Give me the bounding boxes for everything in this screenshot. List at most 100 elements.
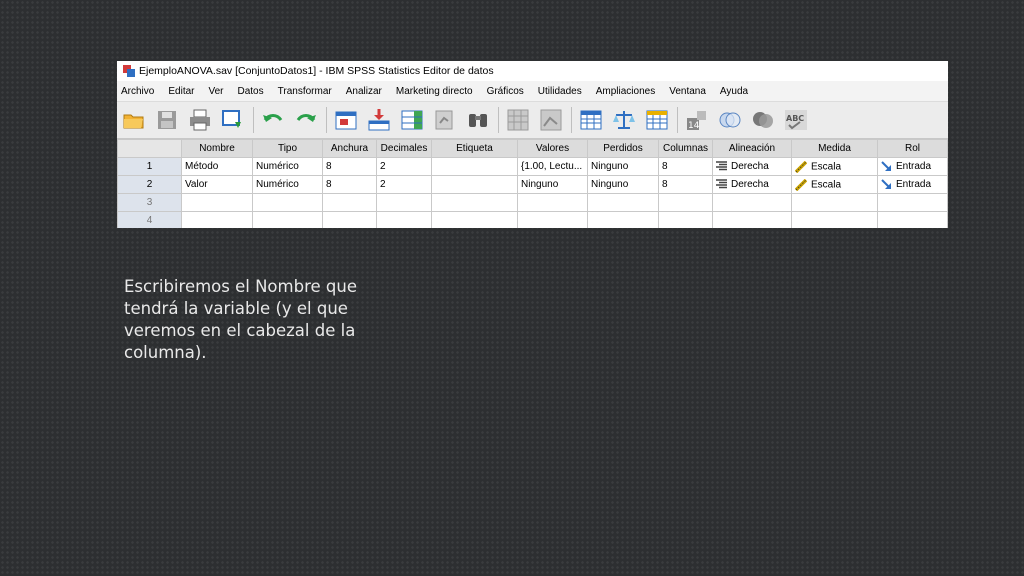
menu-ver[interactable]: Ver (208, 86, 223, 97)
alineacion-value: Derecha (731, 179, 769, 190)
cell-anchura[interactable]: 8 (322, 157, 377, 176)
toolbar-separator (326, 107, 327, 133)
open-folder-icon[interactable] (121, 107, 147, 133)
spell-check-icon[interactable]: ABC (783, 107, 809, 133)
menu-transformar[interactable]: Transformar (278, 86, 332, 97)
cell-decimales[interactable]: 2 (376, 175, 432, 194)
run-descriptives-icon[interactable] (432, 107, 458, 133)
empty-cell[interactable] (712, 211, 792, 228)
toolbar-separator (253, 107, 254, 133)
menu-marketing-directo[interactable]: Marketing directo (396, 86, 473, 97)
empty-cell[interactable] (791, 193, 878, 212)
goto-case-icon[interactable] (333, 107, 359, 133)
grid-corner[interactable] (117, 139, 182, 158)
column-header-nombre[interactable]: Nombre (181, 139, 253, 158)
goto-variable-icon[interactable] (366, 107, 392, 133)
menu-archivo[interactable]: Archivo (121, 86, 154, 97)
variables-icon[interactable] (399, 107, 425, 133)
empty-cell[interactable] (658, 211, 713, 228)
cell-rol[interactable]: Entrada (877, 157, 948, 176)
column-header-rol[interactable]: Rol (877, 139, 948, 158)
recall-dialog-icon[interactable] (220, 107, 246, 133)
redo-icon[interactable] (293, 107, 319, 133)
empty-cell[interactable] (517, 193, 588, 212)
column-header-perdidos[interactable]: Perdidos (587, 139, 659, 158)
empty-cell[interactable] (252, 193, 323, 212)
insert-cases-icon[interactable] (505, 107, 531, 133)
empty-cell[interactable] (877, 211, 948, 228)
column-header-tipo[interactable]: Tipo (252, 139, 323, 158)
cell-alineacion[interactable]: Derecha (712, 175, 792, 194)
cell-alineacion[interactable]: Derecha (712, 157, 792, 176)
empty-cell[interactable] (376, 211, 432, 228)
empty-cell[interactable] (431, 193, 518, 212)
cell-anchura[interactable]: 8 (322, 175, 377, 194)
cell-tipo[interactable]: Numérico (252, 157, 323, 176)
empty-cell[interactable] (431, 211, 518, 228)
split-file-icon[interactable] (578, 107, 604, 133)
insert-variable-icon[interactable] (538, 107, 564, 133)
menu-graficos[interactable]: Gráficos (487, 86, 524, 97)
empty-cell[interactable] (587, 211, 659, 228)
empty-cell[interactable] (877, 193, 948, 212)
column-header-medida[interactable]: Medida (791, 139, 878, 158)
cell-nombre[interactable]: Valor (181, 175, 253, 194)
menu-datos[interactable]: Datos (238, 86, 264, 97)
row-number[interactable]: 1 (117, 157, 182, 176)
empty-cell[interactable] (658, 193, 713, 212)
weight-cases-icon[interactable] (611, 107, 637, 133)
empty-cell[interactable] (517, 211, 588, 228)
select-cases-icon[interactable] (644, 107, 670, 133)
cell-perdidos[interactable]: Ninguno (587, 175, 659, 194)
row-number[interactable]: 3 (117, 193, 182, 212)
empty-cell[interactable] (712, 193, 792, 212)
find-icon[interactable] (465, 107, 491, 133)
cell-rol[interactable]: Entrada (877, 175, 948, 194)
print-icon[interactable] (187, 107, 213, 133)
menu-ayuda[interactable]: Ayuda (720, 86, 748, 97)
menu-analizar[interactable]: Analizar (346, 86, 382, 97)
column-header-valores[interactable]: Valores (517, 139, 588, 158)
cell-medida[interactable]: Escala (791, 157, 878, 176)
empty-cell[interactable] (791, 211, 878, 228)
row-number[interactable]: 4 (117, 211, 182, 228)
empty-cell[interactable] (252, 211, 323, 228)
menu-editar[interactable]: Editar (168, 86, 194, 97)
cell-tipo[interactable]: Numérico (252, 175, 323, 194)
column-header-alineacion[interactable]: Alineación (712, 139, 792, 158)
cell-valores[interactable]: {1.00, Lectu... (517, 157, 588, 176)
cell-columnas[interactable]: 8 (658, 175, 713, 194)
cell-nombre[interactable]: Método (181, 157, 253, 176)
slide-caption: Escribiremos el Nombre que tendrá la var… (124, 277, 357, 362)
use-variable-sets-icon[interactable] (717, 107, 743, 133)
cell-etiqueta[interactable] (431, 157, 518, 176)
cell-medida[interactable]: Escala (791, 175, 878, 194)
column-header-etiqueta[interactable]: Etiqueta (431, 139, 518, 158)
empty-cell[interactable] (587, 193, 659, 212)
value-labels-icon[interactable]: 14 (684, 107, 710, 133)
cell-decimales[interactable]: 2 (376, 157, 432, 176)
menu-utilidades[interactable]: Utilidades (538, 86, 582, 97)
spss-data-editor-window: EjemploANOVA.sav [ConjuntoDatos1] - IBM … (117, 61, 948, 228)
row-number[interactable]: 2 (117, 175, 182, 194)
empty-cell[interactable] (181, 193, 253, 212)
show-all-variables-icon[interactable] (750, 107, 776, 133)
empty-cell[interactable] (322, 193, 377, 212)
column-header-columnas[interactable]: Columnas (658, 139, 713, 158)
table-row: 1 Método Numérico 8 2 {1.00, Lectu... Ni… (117, 157, 948, 176)
empty-cell[interactable] (376, 193, 432, 212)
cell-perdidos[interactable]: Ninguno (587, 157, 659, 176)
menu-ampliaciones[interactable]: Ampliaciones (596, 86, 655, 97)
medida-value: Escala (811, 161, 842, 173)
undo-icon[interactable] (260, 107, 286, 133)
menu-ventana[interactable]: Ventana (669, 86, 706, 97)
cell-columnas[interactable]: 8 (658, 157, 713, 176)
cell-etiqueta[interactable] (431, 175, 518, 194)
column-header-decimales[interactable]: Decimales (376, 139, 432, 158)
empty-cell[interactable] (181, 211, 253, 228)
cell-valores[interactable]: Ninguno (517, 175, 588, 194)
input-arrow-icon (881, 179, 891, 189)
empty-cell[interactable] (322, 211, 377, 228)
save-icon[interactable] (154, 107, 180, 133)
column-header-anchura[interactable]: Anchura (322, 139, 377, 158)
